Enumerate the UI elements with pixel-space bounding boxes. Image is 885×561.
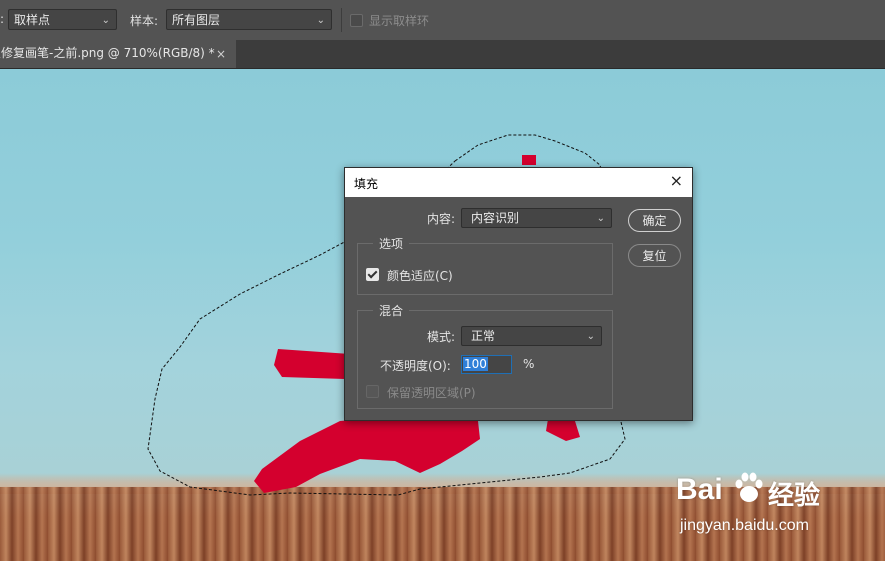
paw-icon xyxy=(735,472,763,502)
sample-mode-label: : xyxy=(0,12,5,26)
red-stroke-bottom xyxy=(254,417,480,493)
chevron-down-icon: ⌄ xyxy=(316,15,325,26)
sample-layers-value: 所有图层 xyxy=(172,13,221,27)
preserve-transparency-label: 保留透明区域(P) xyxy=(387,386,476,400)
opacity-value: 100 xyxy=(463,357,488,371)
dialog-titlebar[interactable]: 填充 × xyxy=(345,168,692,197)
watermark: Bai 经验 jingyan.baidu.com xyxy=(676,467,876,547)
sample-label: 样本: xyxy=(130,14,159,28)
document-tab-title: 点修复画笔-之前.png @ 710%(RGB/8) * xyxy=(0,46,215,60)
preserve-transparency-checkbox[interactable] xyxy=(366,385,379,398)
content-label: 内容: xyxy=(427,212,456,226)
red-stroke-left xyxy=(274,349,350,379)
close-icon[interactable]: × xyxy=(216,47,226,61)
close-icon[interactable]: × xyxy=(670,172,683,190)
ok-button[interactable]: 确定 xyxy=(628,209,681,232)
color-adapt-label: 颜色适应(C) xyxy=(387,269,453,283)
watermark-url: jingyan.baidu.com xyxy=(680,517,809,534)
watermark-brand-prefix: Bai xyxy=(676,473,723,506)
document-tab-bar: 点修复画笔-之前.png @ 710%(RGB/8) * × xyxy=(0,40,885,69)
show-ring-label: 显示取样环 xyxy=(369,14,430,28)
mode-select[interactable]: 正常 ⌄ xyxy=(461,326,602,346)
document-tab[interactable]: 点修复画笔-之前.png @ 710%(RGB/8) * × xyxy=(0,40,236,68)
show-ring-checkbox[interactable] xyxy=(350,14,363,27)
sample-layers-select[interactable]: 所有图层 ⌄ xyxy=(166,9,332,30)
dialog-title: 填充 xyxy=(354,177,379,191)
red-stroke-right xyxy=(546,419,580,441)
content-select[interactable]: 内容识别 ⌄ xyxy=(461,208,612,228)
mode-label: 模式: xyxy=(427,330,456,344)
content-value: 内容识别 xyxy=(471,211,520,225)
blend-group-title: 混合 xyxy=(373,302,410,319)
chevron-down-icon: ⌄ xyxy=(586,331,595,342)
opacity-label: 不透明度(O): xyxy=(380,359,451,373)
toolbar-divider xyxy=(341,8,342,32)
red-stroke-dot xyxy=(522,155,536,165)
mode-value: 正常 xyxy=(471,329,496,343)
reset-button[interactable]: 复位 xyxy=(628,244,681,267)
fill-dialog: 填充 × 内容: 内容识别 ⌄ 选项 颜色适应(C) 混合 模式: 正常 ⌄ 不… xyxy=(344,167,693,421)
sample-mode-value: 取样点 xyxy=(14,13,51,27)
color-adapt-checkbox[interactable] xyxy=(366,268,379,281)
chevron-down-icon: ⌄ xyxy=(101,15,110,26)
options-bar: : 取样点 ⌄ 样本: 所有图层 ⌄ 显示取样环 xyxy=(0,0,885,41)
watermark-brand-suffix: 经验 xyxy=(768,480,821,510)
chevron-down-icon: ⌄ xyxy=(596,213,605,224)
opacity-unit: % xyxy=(523,357,535,371)
opacity-input[interactable]: 100 xyxy=(461,355,512,374)
options-group-title: 选项 xyxy=(373,235,410,252)
sample-mode-select[interactable]: 取样点 ⌄ xyxy=(8,9,117,30)
